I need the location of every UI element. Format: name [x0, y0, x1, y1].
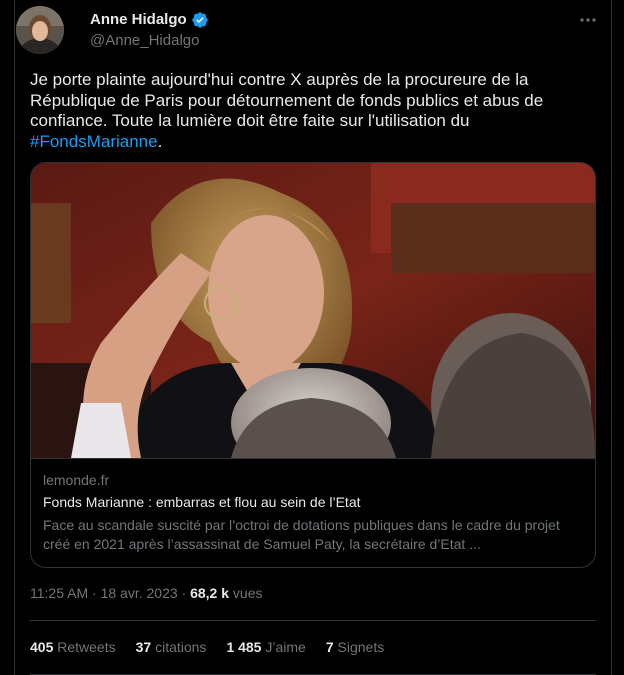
engagement-stats: 405 Retweets 37 citations 1 485 J’aime 7… — [30, 638, 384, 656]
tweet-text-end: . — [157, 131, 163, 151]
bookmarks-count: 7 — [325, 639, 334, 655]
meta-separator-2: · — [177, 585, 191, 601]
author-handle[interactable]: @Anne_Hidalgo — [90, 31, 209, 51]
retweets-count: 405 — [30, 639, 54, 655]
likes-label: J’aime — [265, 639, 306, 655]
quotes-stat[interactable]: 37 citations — [136, 638, 207, 656]
verified-badge-icon — [191, 11, 209, 29]
link-card[interactable]: lemonde.fr Fonds Marianne : embarras et … — [30, 162, 596, 568]
tweet-time[interactable]: 11:25 AM — [30, 585, 88, 601]
retweets-label: Retweets — [57, 639, 116, 655]
card-image[interactable] — [31, 163, 595, 458]
tweet-meta: 11:25 AM · 18 avr. 2023 · 68,2 k vues — [30, 584, 263, 602]
author-name-text[interactable]: Anne Hidalgo — [90, 10, 187, 30]
author-info: Anne Hidalgo @Anne_Hidalgo — [90, 10, 209, 51]
tweet-text: Je porte plainte aujourd'hui contre X au… — [30, 70, 590, 152]
author-display-name[interactable]: Anne Hidalgo — [90, 10, 209, 30]
quotes-count: 37 — [135, 639, 152, 655]
bookmarks-label: Signets — [337, 639, 385, 655]
tweet-date[interactable]: 18 avr. 2023 — [101, 585, 178, 601]
views-label: vues — [232, 585, 263, 601]
views-count[interactable]: 68,2 k — [190, 585, 229, 601]
divider-top — [30, 620, 596, 621]
meta-separator: · — [88, 585, 101, 601]
likes-count: 1 485 — [226, 639, 262, 655]
bookmarks-stat[interactable]: 7 Signets — [326, 638, 384, 656]
card-title: Fonds Marianne : embarras et flou au sei… — [43, 494, 361, 510]
quotes-label: citations — [155, 639, 207, 655]
card-meta[interactable]: lemonde.fr Fonds Marianne : embarras et … — [31, 458, 595, 567]
card-domain: lemonde.fr — [43, 472, 110, 488]
retweets-stat[interactable]: 405 Retweets — [30, 638, 116, 656]
likes-stat[interactable]: 1 485 J’aime — [226, 638, 305, 656]
more-horizontal-icon[interactable] — [578, 10, 598, 30]
tweet-text-body: Je porte plainte aujourd'hui contre X au… — [30, 70, 544, 130]
author-avatar[interactable] — [16, 6, 64, 54]
hashtag-link[interactable]: #FondsMarianne — [30, 132, 158, 151]
card-description: Face au scandale suscité par l’octroi de… — [43, 517, 560, 552]
